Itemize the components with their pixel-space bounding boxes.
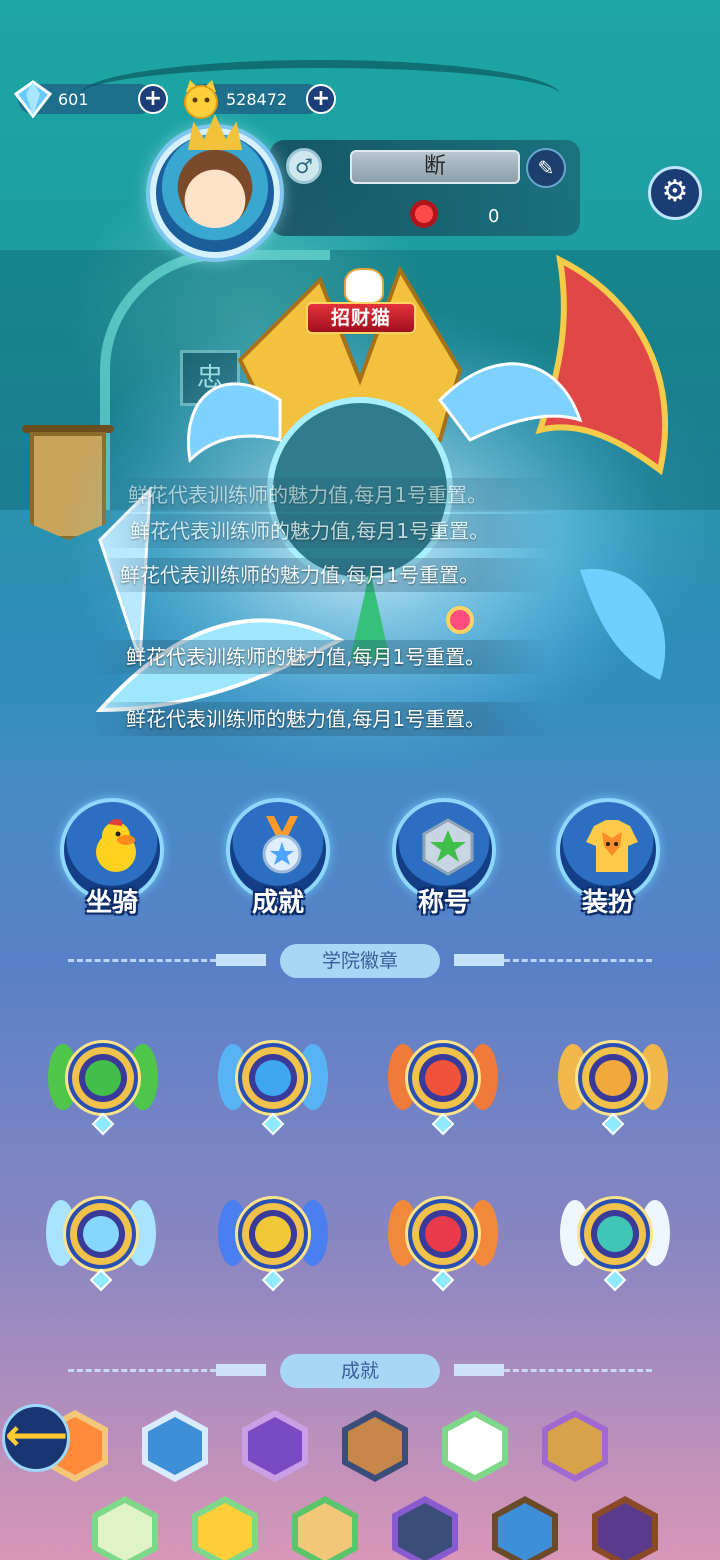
achievements-title: 成就 bbox=[280, 1354, 440, 1388]
flower-count: 0 bbox=[488, 206, 500, 227]
knight-hex-icon[interactable] bbox=[592, 1496, 658, 1560]
flower-tooltip-line: 鲜花代表训练师的魅力值,每月1号重置。 bbox=[100, 514, 560, 548]
lucky-cat-icon bbox=[344, 268, 384, 304]
flower-tooltip-line: 鲜花代表训练师的魅力值,每月1号重置。 bbox=[90, 640, 550, 674]
flower-tooltip-line: 鲜花代表训练师的魅力值,每月1号重置。 bbox=[90, 558, 550, 592]
pet-name-tag: 招财猫 bbox=[306, 302, 416, 334]
section-divider bbox=[504, 1369, 652, 1372]
settings-button[interactable]: ⚙ bbox=[648, 166, 702, 220]
add-coins-button[interactable]: + bbox=[306, 84, 336, 114]
title-button[interactable]: 称号 bbox=[388, 798, 500, 918]
gift-hex-icon[interactable] bbox=[492, 1496, 558, 1560]
mount-button[interactable]: 坐骑 bbox=[56, 798, 168, 918]
academy-badges-title: 学院徽章 bbox=[280, 944, 440, 978]
dice-hex-icon[interactable] bbox=[242, 1410, 308, 1482]
section-divider bbox=[504, 959, 652, 962]
coin-counter: 528472 + bbox=[184, 80, 336, 119]
hero-scene: 忠 bbox=[0, 0, 720, 800]
title-label: 称号 bbox=[417, 888, 470, 918]
player-name: 断 bbox=[350, 150, 520, 184]
mount-label: 坐骑 bbox=[85, 888, 138, 918]
cat-hex-icon[interactable] bbox=[442, 1410, 508, 1482]
section-divider bbox=[454, 954, 504, 966]
ice-badge-icon[interactable] bbox=[46, 1180, 156, 1292]
rose-icon bbox=[410, 200, 438, 228]
cat-coin-icon bbox=[184, 80, 218, 119]
mount-button-circle: 坐骑 bbox=[60, 798, 164, 918]
section-divider bbox=[68, 1369, 216, 1372]
section-divider bbox=[216, 1364, 266, 1376]
edit-name-button[interactable]: ✎ bbox=[526, 148, 566, 188]
water-badge-icon[interactable] bbox=[218, 1024, 328, 1136]
monkey-hex-icon[interactable] bbox=[342, 1410, 408, 1482]
diamond-counter: 601 + bbox=[13, 80, 168, 119]
title-button-circle: 称号 bbox=[392, 798, 496, 918]
gender-male-icon: ♂ bbox=[286, 148, 322, 184]
achievement-label: 成就 bbox=[251, 888, 304, 918]
section-divider bbox=[216, 954, 266, 966]
add-diamonds-button[interactable]: + bbox=[138, 84, 168, 114]
section-divider bbox=[454, 1364, 504, 1376]
section-divider bbox=[68, 959, 216, 962]
medal-icon bbox=[262, 816, 302, 874]
bear-hex-icon[interactable] bbox=[542, 1410, 608, 1482]
coin-hex-icon[interactable] bbox=[192, 1496, 258, 1560]
outfit-button[interactable]: 装扮 bbox=[552, 798, 664, 918]
diamond-icon bbox=[13, 80, 53, 119]
star-medal-hex-icon[interactable] bbox=[142, 1410, 208, 1482]
flame-badge-icon[interactable] bbox=[388, 1180, 498, 1292]
achievement-button[interactable]: 成就 bbox=[222, 798, 334, 918]
flower-tooltip-line: 鲜花代表训练师的魅力值,每月1号重置。 bbox=[90, 702, 550, 736]
wind-badge-icon[interactable] bbox=[560, 1180, 670, 1292]
boy-hex-icon[interactable] bbox=[392, 1496, 458, 1560]
duck-mount-icon bbox=[96, 818, 136, 872]
leaf-badge-icon[interactable] bbox=[48, 1024, 158, 1136]
fire-badge-icon[interactable] bbox=[388, 1024, 498, 1136]
fox-outfit-icon bbox=[586, 820, 638, 872]
outfit-label: 装扮 bbox=[581, 888, 634, 918]
back-arrow-button[interactable]: ⟵ bbox=[2, 1404, 70, 1472]
achievement-button-circle: 成就 bbox=[226, 798, 330, 918]
outfit-button-circle: 装扮 bbox=[556, 798, 660, 918]
balloons-hex-icon[interactable] bbox=[92, 1496, 158, 1560]
fighter-hex-icon[interactable] bbox=[292, 1496, 358, 1560]
earth-badge-icon[interactable] bbox=[558, 1024, 668, 1136]
flower-tooltip-line: 鲜花代表训练师的魅力值,每月1号重置。 bbox=[100, 478, 560, 512]
star-title-icon bbox=[422, 818, 474, 876]
thunder-badge-icon[interactable] bbox=[218, 1180, 328, 1292]
avatar-face bbox=[180, 158, 250, 228]
